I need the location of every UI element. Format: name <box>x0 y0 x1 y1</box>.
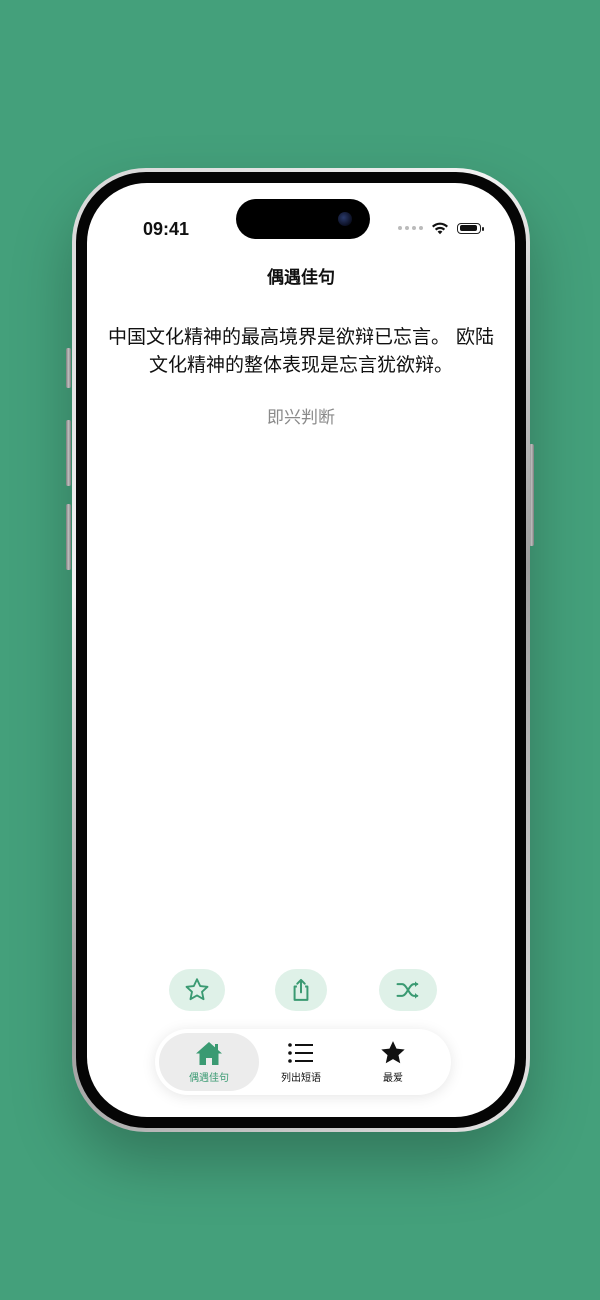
tab-random-quote[interactable]: 偶遇佳句 <box>159 1033 259 1091</box>
dynamic-island <box>236 199 370 239</box>
status-time: 09:41 <box>143 219 190 239</box>
tab-bar: 偶遇佳句 列出短语 最爱 <box>155 1029 451 1095</box>
page-title: 偶遇佳句 <box>267 268 335 288</box>
app-screen: 09:41 偶遇佳句 中国文化精神的最高境界是欲辩已忘言。 欧陆文化精神的整体表… <box>87 183 515 1117</box>
quote-text: 中国文化精神的最高境界是欲辩已忘言。 欧陆文化精神的整体表现是忘言犹欲辩。 <box>107 326 495 376</box>
list-icon <box>288 1043 313 1063</box>
volume-up-button <box>66 420 71 486</box>
shuffle-icon <box>396 981 419 999</box>
camera-icon <box>338 212 352 226</box>
tab-favorites[interactable]: 最爱 <box>343 1033 443 1091</box>
status-indicators <box>398 219 484 237</box>
phone-frame: 09:41 偶遇佳句 中国文化精神的最高境界是欲辩已忘言。 欧陆文化精神的整体表… <box>72 168 530 1132</box>
tab-label: 偶遇佳句 <box>189 1073 229 1084</box>
house-icon <box>196 1042 222 1065</box>
battery-icon <box>457 222 484 234</box>
share-button[interactable] <box>275 969 327 1011</box>
phone-bezel: 09:41 偶遇佳句 中国文化精神的最高境界是欲辩已忘言。 欧陆文化精神的整体表… <box>76 172 526 1128</box>
volume-down-button <box>66 504 71 570</box>
star-filled-icon <box>381 1041 405 1064</box>
quote-author: 即兴判断 <box>267 408 335 428</box>
cellular-signal-icon <box>398 226 423 230</box>
device-mockup: 09:41 偶遇佳句 中国文化精神的最高境界是欲辩已忘言。 欧陆文化精神的整体表… <box>0 0 600 1300</box>
tab-list-phrases[interactable]: 列出短语 <box>251 1033 351 1091</box>
action-button <box>66 348 71 388</box>
wifi-icon <box>432 222 448 235</box>
tab-label: 列出短语 <box>281 1073 321 1084</box>
tab-label: 最爱 <box>383 1073 403 1084</box>
share-icon <box>293 978 309 1001</box>
star-outline-icon <box>185 978 209 1001</box>
favorite-button[interactable] <box>169 969 225 1011</box>
shuffle-button[interactable] <box>379 969 437 1011</box>
